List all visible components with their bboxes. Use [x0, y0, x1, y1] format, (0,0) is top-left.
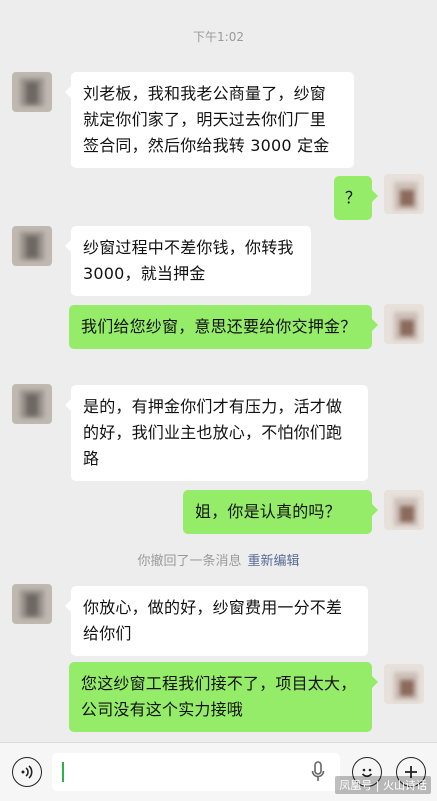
message-bubble-sent[interactable]: 您这纱窗工程我们接不了，项目太大，公司没有这个实力接哦	[69, 662, 378, 732]
message-bubble-received[interactable]: 纱窗过程中不差你钱，你转我3000，就当押金	[65, 226, 311, 296]
voice-icon[interactable]	[12, 757, 42, 787]
message-input[interactable]	[52, 753, 340, 791]
my-avatar[interactable]	[384, 304, 424, 344]
my-avatar[interactable]	[384, 664, 424, 704]
timestamp: 下午1:02	[193, 30, 244, 44]
message-bubble-sent[interactable]: 我们给您纱窗，意思还要给你交押金？	[69, 305, 378, 349]
recall-notice: 你撤回了一条消息 重新编辑	[0, 550, 437, 569]
contact-avatar[interactable]	[12, 226, 52, 266]
contact-avatar[interactable]	[12, 584, 52, 624]
recall-text: 你撤回了一条消息	[137, 554, 242, 569]
message-bubble-sent[interactable]: ？	[334, 176, 378, 220]
message-bubble-received[interactable]: 是的，有押金你们才有压力，活才做的好，我们业主也放心，不怕你们跑路	[65, 385, 368, 481]
re-edit-link[interactable]: 重新编辑	[248, 554, 300, 569]
microphone-icon[interactable]	[311, 761, 325, 787]
message-bubble-received[interactable]: 你放心，做的好，纱窗费用一分不差给你们	[65, 586, 368, 656]
text-cursor	[62, 762, 64, 782]
my-avatar[interactable]	[384, 490, 424, 530]
message-bubble-sent[interactable]: 姐，你是认真的吗？	[183, 490, 378, 534]
contact-avatar[interactable]	[12, 384, 52, 424]
message-bubble-received[interactable]: 刘老板，我和我老公商量了，纱窗就定你们家了，明天过去你们厂里签合同，然后你给我转…	[65, 72, 354, 168]
my-avatar[interactable]	[384, 174, 424, 214]
watermark: 凤凰号 | 火山诗话	[335, 776, 431, 794]
contact-avatar[interactable]	[12, 72, 52, 112]
